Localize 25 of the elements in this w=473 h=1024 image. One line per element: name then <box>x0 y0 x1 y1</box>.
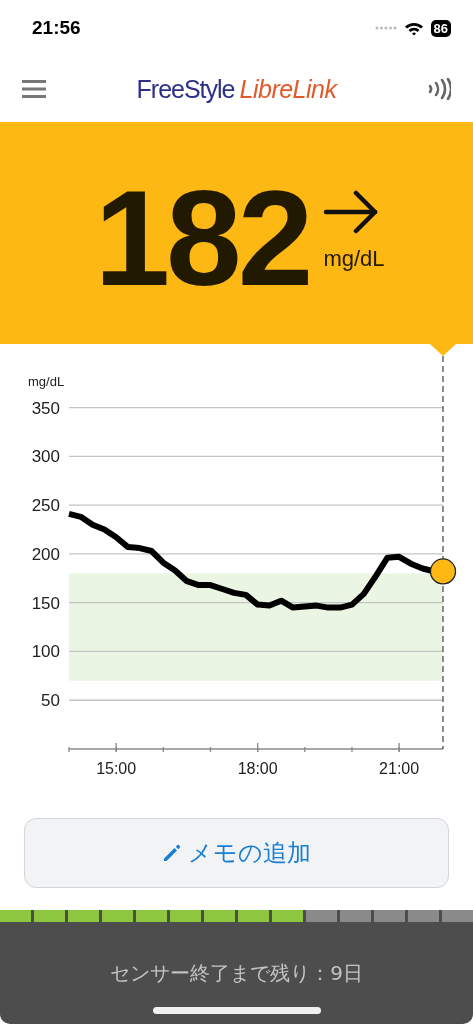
y-axis-label: 200 <box>31 544 60 564</box>
current-reading-dot <box>429 558 457 585</box>
y-axis-label: 350 <box>31 398 60 418</box>
x-axis-label: 18:00 <box>237 760 278 777</box>
cellular-signal-icon <box>374 26 397 30</box>
add-memo-button[interactable]: メモの追加 <box>24 818 449 888</box>
battery-icon: 86 <box>430 19 451 37</box>
x-axis-label: 21:00 <box>379 760 420 777</box>
y-axis-unit: mg/dL <box>28 374 65 389</box>
logo-text: LibreLink <box>239 74 337 104</box>
menu-icon[interactable] <box>22 79 46 99</box>
status-time: 21:56 <box>32 17 81 39</box>
pencil-icon <box>162 843 182 863</box>
unit-label: mg/dL <box>323 246 385 272</box>
sensor-remaining-text: センサー終了まで残り：9日 <box>110 960 363 987</box>
signal-waves-icon[interactable] <box>427 78 451 100</box>
logo-text: FreeStyle <box>136 74 235 104</box>
x-axis-label: 15:00 <box>96 760 137 777</box>
y-axis-label: 50 <box>41 691 60 711</box>
y-axis-label: 250 <box>31 496 60 516</box>
y-axis-label: 300 <box>31 447 60 467</box>
glucose-value: 182 <box>94 170 310 306</box>
y-axis-label: 150 <box>31 593 60 613</box>
wifi-icon <box>403 20 424 36</box>
y-axis-label: 100 <box>31 642 60 662</box>
